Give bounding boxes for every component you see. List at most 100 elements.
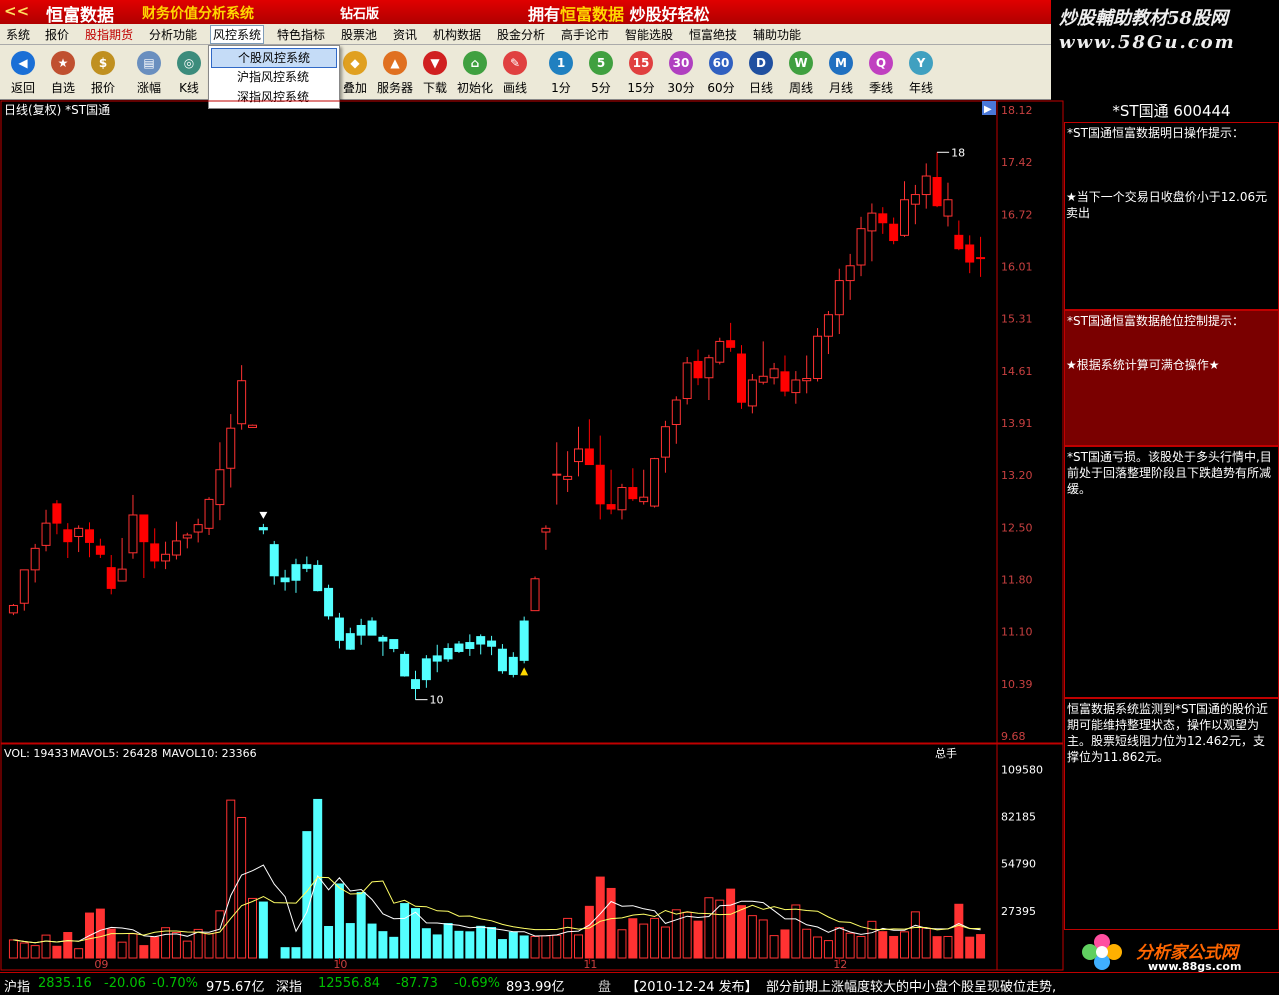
news-ticker[interactable]: 部分前期上涨幅度较大的中小盘个股呈现破位走势, [766, 976, 1056, 995]
menu-special-skills[interactable]: 恒富绝技 [689, 26, 737, 43]
volume-bar [954, 903, 964, 959]
candle-body [563, 475, 573, 480]
slogan-prefix: 拥有 [528, 5, 561, 24]
toolbar-draw-line-button[interactable]: ✎ 画线 [496, 49, 534, 97]
menu-indicators[interactable]: 特色指标 [277, 26, 325, 43]
price-tick-label: 11.10 [1001, 626, 1033, 639]
candle-body [117, 568, 127, 582]
news-date[interactable]: 【2010-12-24 发布】 [626, 976, 758, 995]
monthly-icon: M [829, 51, 853, 75]
toolbar-label: 年线 [908, 81, 933, 95]
toolbar-1min-button[interactable]: 1 1分 [542, 49, 580, 97]
toolbar-yearly-button[interactable]: Y 年线 [902, 49, 940, 97]
toolbar-5min-button[interactable]: 5 5分 [582, 49, 620, 97]
candle-body [791, 379, 801, 394]
candle-body [737, 353, 746, 403]
volume-bar [476, 925, 486, 959]
candle-body [291, 564, 301, 581]
candle-body [443, 647, 453, 660]
toolbar-gain-button[interactable]: ▤ 涨幅 [130, 49, 168, 97]
volume-bar [650, 917, 660, 959]
candle-body [411, 679, 420, 690]
slogan-suffix: 炒股好轻松 [629, 5, 710, 24]
sh-index-name[interactable]: 沪指 [4, 976, 30, 995]
candle-body [106, 567, 116, 589]
candle-body [432, 655, 442, 662]
volume-bar [237, 817, 247, 959]
volume-bar [226, 799, 236, 959]
menu-futures[interactable]: 股指期货 [85, 26, 133, 43]
toolbar-label: 报价 [90, 81, 115, 95]
menu-institution-data[interactable]: 机构数据 [433, 26, 481, 43]
menu-system[interactable]: 系统 [6, 26, 30, 43]
toolbar-label: 周线 [788, 81, 813, 95]
toolbar-monthly-button[interactable]: M 月线 [822, 49, 860, 97]
vol-legend: VOL: 19433 [4, 747, 68, 760]
candle-body [313, 564, 323, 592]
toolbar-30min-button[interactable]: 30 30分 [662, 49, 700, 97]
menu-aux-functions[interactable]: 辅助功能 [753, 26, 801, 43]
server-icon: ▲ [383, 51, 407, 75]
menu-quote[interactable]: 报价 [45, 26, 69, 43]
volume-bar [769, 935, 779, 959]
menu-news[interactable]: 资讯 [393, 26, 417, 43]
candle-body [85, 529, 94, 543]
menu-stock-pool[interactable]: 股票池 [341, 26, 377, 43]
volume-bar [171, 932, 181, 959]
sz-index-name[interactable]: 深指 [276, 976, 302, 995]
x-tick-label: 09 [94, 958, 108, 971]
volume-bar [791, 904, 801, 959]
toolbar-download-button[interactable]: ▼ 下载 [416, 49, 454, 97]
chart-title: 日线(复权) *ST国通 [4, 103, 110, 117]
volume-bar [30, 945, 40, 959]
candle-body [280, 577, 290, 583]
dropdown-item-sh-risk[interactable]: 沪指风控系统 [211, 68, 335, 86]
menu-analysis[interactable]: 分析功能 [149, 26, 197, 43]
volume-bar [248, 897, 257, 959]
app-edition: 钻石版 [340, 7, 380, 22]
volume-bar [682, 911, 692, 959]
volume-bar [258, 901, 268, 959]
dropdown-item-stock-risk[interactable]: 个股风控系统 [211, 48, 337, 68]
app-logo-icon: << [4, 2, 30, 20]
toolbar-quarterly-button[interactable]: Q 季线 [862, 49, 900, 97]
menu-smart-pick[interactable]: 智能选股 [625, 26, 673, 43]
toolbar-15min-button[interactable]: 15 15分 [622, 49, 660, 97]
candle-body [617, 487, 627, 511]
toolbar-daily-button[interactable]: D 日线 [742, 49, 780, 97]
menu-fund-analysis[interactable]: 股金分析 [497, 26, 545, 43]
toolbar-overlay-button[interactable]: ◆ 叠加 [336, 49, 374, 97]
menu-expert-talk[interactable]: 高手论市 [561, 26, 609, 43]
toolbar-quote-button[interactable]: $ 报价 [84, 49, 122, 97]
toolbar-server-button[interactable]: ▲ 服务器 [376, 49, 414, 97]
candle-body [715, 340, 725, 363]
toolbar-weekly-button[interactable]: W 周线 [782, 49, 820, 97]
volume-bar [802, 928, 812, 959]
volume-tick-label: 82185 [1001, 810, 1036, 823]
volume-bar [921, 927, 931, 959]
toolbar-back-button[interactable]: ◀ 返回 [4, 49, 42, 97]
volume-bar [334, 883, 344, 959]
period-15m-icon: 15 [629, 51, 653, 75]
price-tick-label: 18.12 [1001, 104, 1033, 117]
sz-index-value: 12556.84 [318, 976, 381, 991]
volume-bar [465, 931, 475, 959]
candle-body [508, 656, 518, 675]
toolbar-init-button[interactable]: ⌂ 初始化 [456, 49, 494, 97]
toolbar-label: 日线 [748, 81, 773, 95]
stock-chart[interactable]: 日线(复权) *ST国通 ▶ 18.12 17.42 16.72 16.01 15.31 14… [0, 100, 1064, 972]
volume-bar [421, 928, 431, 959]
watermark: 炒股輔助教材58股网 www.58Gu.com [1051, 0, 1279, 58]
toolbar-60min-button[interactable]: 60 60分 [702, 49, 740, 97]
app-subtitle: 财务价值分析系统 [142, 6, 254, 22]
volume-bar [215, 910, 225, 959]
sh-index-pct: -0.70% [152, 976, 198, 991]
volume-tick-label: 54790 [1001, 858, 1036, 871]
toolbar-favorites-button[interactable]: ★ 自选 [44, 49, 82, 97]
toolbar-label: 下载 [422, 81, 447, 95]
chart-panel: 日线(复权) *ST国通 ▶ 18.12 17.42 16.72 16.01 15.31 14… [0, 100, 1064, 972]
volume-tick-label: 109580 [1001, 763, 1043, 776]
candle-body [237, 380, 247, 425]
toolbar-kline-button[interactable]: ◎ K线 [170, 49, 208, 97]
menu-risk-control[interactable]: 风控系统 [210, 25, 265, 44]
